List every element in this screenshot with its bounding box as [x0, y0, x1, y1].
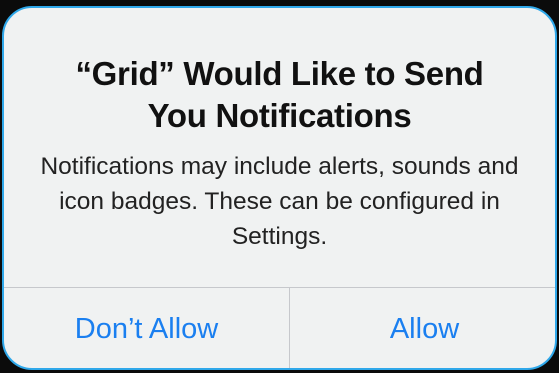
dont-allow-button[interactable]: Don’t Allow	[4, 288, 289, 368]
alert-message: Notifications may include alerts, sounds…	[40, 153, 519, 250]
screen: “Grid” Would Like to Send You Notificati…	[0, 0, 559, 373]
allow-button[interactable]: Allow	[290, 288, 555, 368]
alert-body: “Grid” Would Like to Send You Notificati…	[4, 8, 555, 283]
alert-title: “Grid” Would Like to Send You Notificati…	[75, 55, 484, 134]
notification-permission-alert: “Grid” Would Like to Send You Notificati…	[2, 6, 557, 370]
